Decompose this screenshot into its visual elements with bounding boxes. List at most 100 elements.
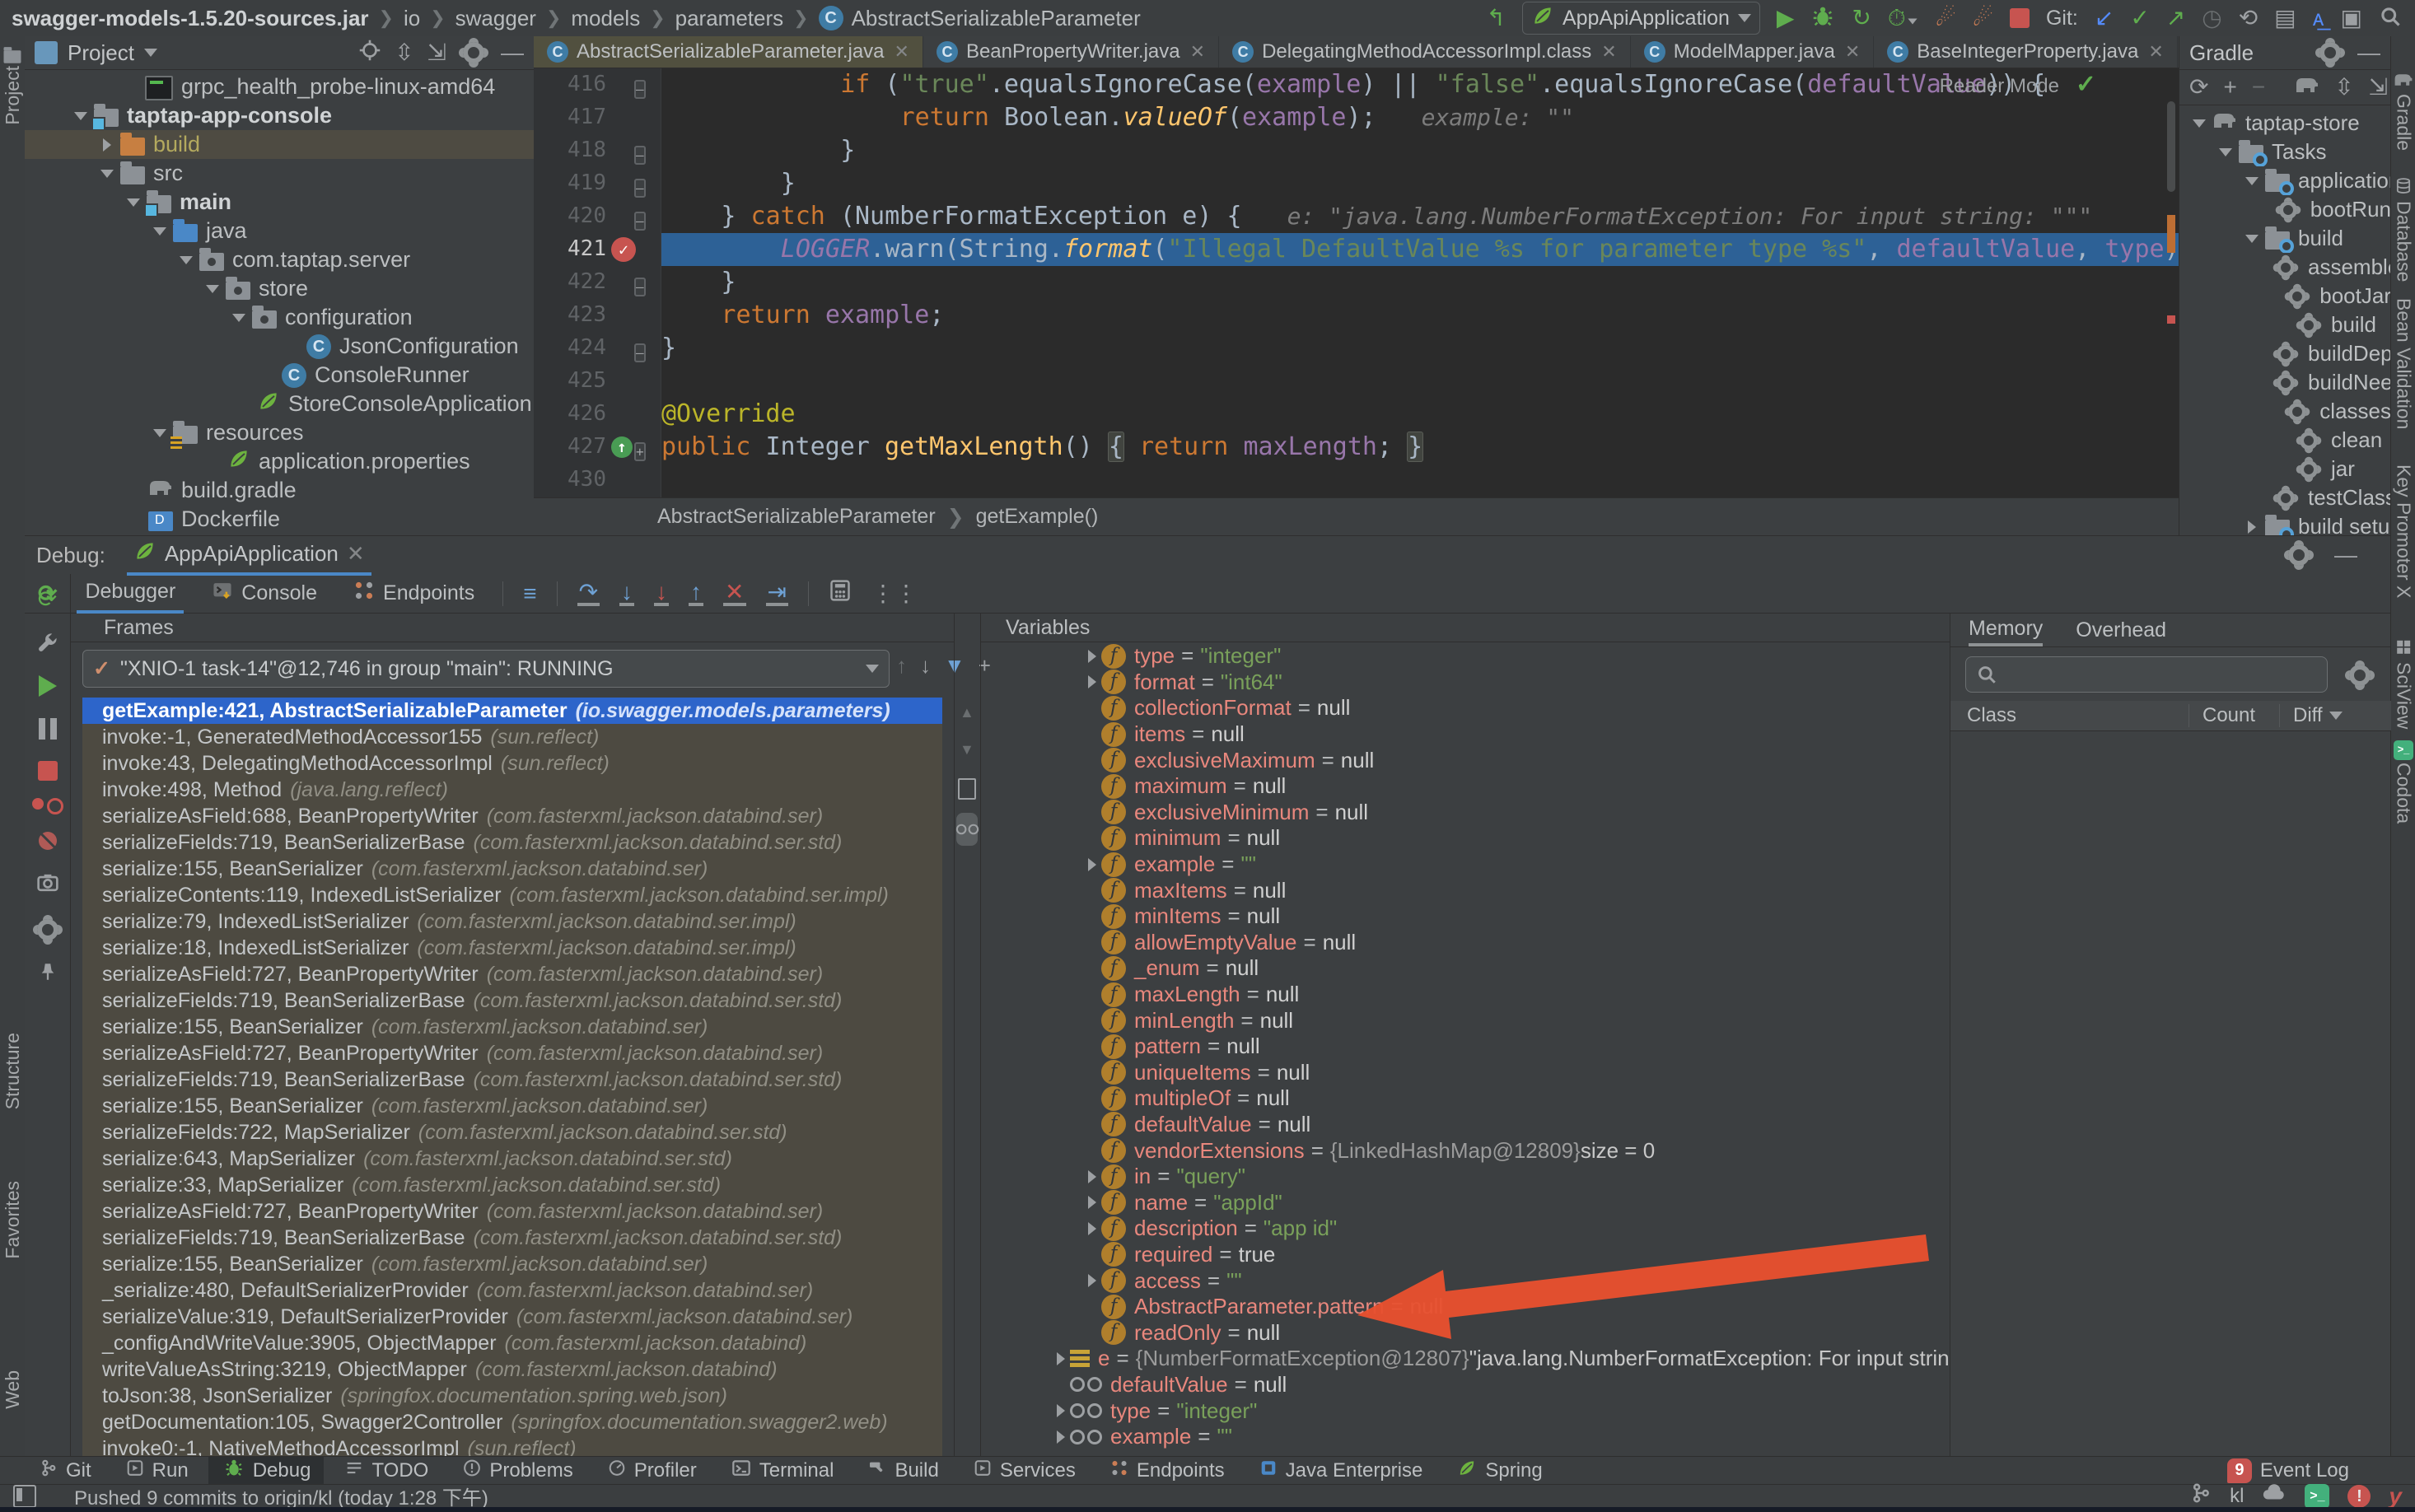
- variable-row[interactable]: fitems=null: [981, 721, 1950, 748]
- sidebar-item-project[interactable]: Project: [0, 44, 25, 125]
- variable-row[interactable]: fpattern=null: [981, 1034, 1950, 1060]
- stack-frame-row[interactable]: serializeFields:719, BeanSerializerBase(…: [82, 987, 942, 1014]
- debug-icon[interactable]: [1810, 4, 1835, 33]
- line-number[interactable]: 416: [534, 72, 606, 96]
- breadcrumb-item[interactable]: parameters: [675, 6, 784, 31]
- hide-panel-icon[interactable]: —: [501, 39, 524, 67]
- chevron-down-icon[interactable]: [127, 198, 140, 207]
- variable-row[interactable]: type="integer": [981, 1398, 1950, 1424]
- run-anything-icon[interactable]: ▣: [2341, 4, 2362, 32]
- gutter-line[interactable]: 419–: [534, 167, 661, 200]
- editor-tab[interactable]: CBeanPropertyWriter.java✕: [923, 36, 1219, 68]
- project-tree-item[interactable]: main: [25, 188, 534, 217]
- coverage-icon[interactable]: ↻: [1852, 4, 1871, 32]
- sidebar-item-web[interactable]: Web: [0, 1370, 25, 1409]
- project-tree-item[interactable]: src: [25, 159, 534, 188]
- chevron-down-icon[interactable]: [144, 49, 157, 57]
- gutter-line[interactable]: 421✓: [534, 233, 661, 266]
- fold-collapse-icon[interactable]: –: [634, 146, 646, 165]
- translate-icon[interactable]: ᴀ̲: [2313, 4, 2324, 32]
- event-log-button[interactable]: 9Event Log: [2214, 1457, 2415, 1485]
- hide-panel-icon[interactable]: —: [2357, 39, 2380, 67]
- memory-tab-overhead[interactable]: Overhead: [2076, 618, 2166, 642]
- resume-icon[interactable]: [39, 675, 57, 701]
- gutter-line[interactable]: 430: [534, 464, 661, 497]
- line-number[interactable]: 427: [534, 434, 606, 459]
- remove-icon[interactable]: −: [2252, 73, 2265, 101]
- stack-frame-row[interactable]: serializeContents:119, IndexedListSerial…: [82, 882, 942, 908]
- search-icon[interactable]: [2379, 5, 2402, 32]
- frames-variables-splitter[interactable]: ▲ ▼: [954, 614, 981, 1457]
- editor-tab[interactable]: CModelMapper.java✕: [1631, 36, 1875, 68]
- gear-icon[interactable]: [2288, 544, 2310, 566]
- gradle-tree-item[interactable]: bootRun: [2179, 195, 2391, 224]
- gradle-tree-item[interactable]: build setup: [2179, 512, 2391, 535]
- variable-row[interactable]: fminLength=null: [981, 1007, 1950, 1034]
- stack-frame-row[interactable]: invoke:43, DelegatingMethodAccessorImpl(…: [82, 750, 942, 777]
- thread-selector[interactable]: ✓ "XNIO-1 task-14"@12,746 in group "main…: [82, 650, 890, 688]
- code-line[interactable]: return example;: [661, 299, 2179, 332]
- gradle-tree-item[interactable]: assemble: [2179, 253, 2391, 282]
- code-line[interactable]: } catch (NumberFormatException e) {e: "j…: [661, 200, 2179, 233]
- variable-row[interactable]: fformat="int64": [981, 670, 1950, 696]
- line-number[interactable]: 421: [534, 236, 606, 261]
- project-tree-item[interactable]: StoreConsoleApplication: [25, 390, 534, 418]
- variable-row[interactable]: fname="appId": [981, 1189, 1950, 1216]
- sidebar-item-sciview[interactable]: SciView: [2391, 636, 2415, 729]
- close-icon[interactable]: ✕: [1845, 41, 1860, 63]
- project-tree-item[interactable]: CJsonConfiguration: [25, 332, 534, 361]
- sidebar-item-database[interactable]: Database: [2391, 175, 2415, 282]
- breadcrumb-item[interactable]: swagger: [455, 6, 536, 31]
- gradle-tree-item[interactable]: build: [2179, 224, 2391, 253]
- stack-frame-row[interactable]: serialize:155, BeanSerializer(com.faster…: [82, 1251, 942, 1277]
- stack-frame-row[interactable]: toJson:38, JsonSerializer(springfox.docu…: [82, 1383, 942, 1409]
- stack-frame-row[interactable]: serialize:155, BeanSerializer(com.faster…: [82, 856, 942, 882]
- sidebar-item-bean-validation[interactable]: Bean Validation: [2391, 298, 2415, 429]
- chevron-down-icon[interactable]: [74, 112, 87, 120]
- chevron-right-icon[interactable]: [1088, 650, 1096, 663]
- next-frame-icon[interactable]: ↓: [920, 653, 931, 679]
- push-icon[interactable]: ↗: [2166, 4, 2185, 32]
- gradle-tree-item[interactable]: buildNeeded: [2179, 368, 2391, 397]
- close-icon[interactable]: ✕: [1190, 41, 1205, 63]
- variable-row[interactable]: fin="query": [981, 1164, 1950, 1190]
- stack-frame-row[interactable]: serialize:18, IndexedListSerializer(com.…: [82, 935, 942, 961]
- project-tree-item[interactable]: configuration: [25, 303, 534, 332]
- watches-toggle-icon[interactable]: [956, 813, 978, 846]
- drop-frame-icon[interactable]: ✕: [723, 581, 745, 606]
- expand-all-icon[interactable]: ⇳: [2334, 73, 2353, 101]
- debug-tab-console[interactable]: Console: [203, 574, 325, 614]
- stop-icon[interactable]: [2010, 8, 2030, 28]
- chevron-right-icon[interactable]: [103, 138, 111, 152]
- fold-collapse-icon[interactable]: –: [634, 80, 646, 99]
- scrollbar-thumb[interactable]: [2167, 101, 2175, 192]
- sidebar-item-gradle[interactable]: Gradle: [2391, 69, 2415, 151]
- project-tree-item[interactable]: grpc_health_probe-linux-amd64: [25, 72, 534, 101]
- copy-stack-icon[interactable]: [958, 778, 976, 800]
- collapse-all-icon[interactable]: ⇲: [427, 39, 446, 67]
- variable-row[interactable]: fAbstractParameter.pattern=null: [981, 1294, 1950, 1320]
- gutter-line[interactable]: 426: [534, 398, 661, 431]
- add-icon[interactable]: +: [2223, 73, 2236, 101]
- scroll-up-icon[interactable]: ▲: [960, 704, 974, 721]
- chevron-down-icon[interactable]: [153, 227, 166, 236]
- variable-row[interactable]: fexclusiveMinimum=null: [981, 800, 1950, 826]
- update-project-icon[interactable]: ↙: [2095, 4, 2114, 32]
- gear-icon[interactable]: [2319, 42, 2341, 63]
- variable-row[interactable]: defaultValue=null: [981, 1372, 1950, 1398]
- override-icon[interactable]: ↑: [611, 436, 633, 458]
- variable-row[interactable]: fexclusiveMaximum=null: [981, 747, 1950, 773]
- project-tree-item[interactable]: application.properties: [25, 447, 534, 476]
- toolbar-item-profiler[interactable]: Profiler: [593, 1457, 710, 1485]
- gutter-line[interactable]: 422–: [534, 266, 661, 299]
- variable-row[interactable]: fallowEmptyValue=null: [981, 930, 1950, 956]
- code-line[interactable]: }: [661, 266, 2179, 299]
- variable-row[interactable]: fmultipleOf=null: [981, 1085, 1950, 1112]
- close-icon[interactable]: ✕: [895, 41, 909, 63]
- line-number[interactable]: 425: [534, 368, 606, 393]
- close-icon[interactable]: ✕: [347, 541, 365, 567]
- code-line[interactable]: }: [661, 134, 2179, 167]
- gutter-line[interactable]: 416 –: [534, 68, 661, 101]
- line-number[interactable]: 426: [534, 401, 606, 426]
- pause-icon[interactable]: [39, 718, 57, 744]
